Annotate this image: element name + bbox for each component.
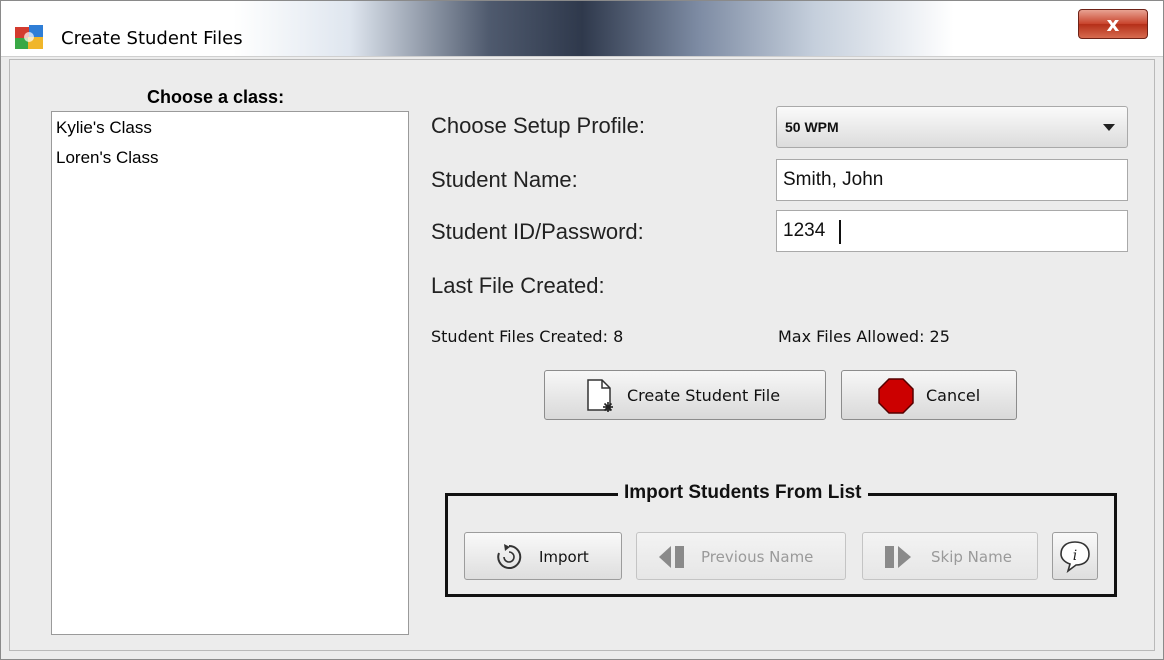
import-help-button[interactable]: i bbox=[1052, 532, 1098, 580]
class-item-loren[interactable]: Loren's Class bbox=[56, 148, 158, 168]
class-item-kylie[interactable]: Kylie's Class bbox=[56, 118, 152, 138]
class-list-heading: Choose a class: bbox=[147, 87, 285, 107]
cancel-label: Cancel bbox=[926, 386, 981, 405]
files-created-count: Student Files Created: 8 bbox=[431, 327, 624, 346]
previous-name-button[interactable]: Previous Name bbox=[636, 532, 846, 580]
close-icon: x bbox=[1106, 12, 1120, 36]
import-label: Import bbox=[539, 548, 589, 566]
cancel-button[interactable]: Cancel bbox=[841, 370, 1017, 420]
svg-text:i: i bbox=[1073, 548, 1077, 564]
close-button[interactable]: x bbox=[1078, 9, 1148, 39]
info-bubble-icon: i bbox=[1060, 541, 1090, 573]
app-icon bbox=[15, 25, 43, 49]
import-button[interactable]: Import bbox=[464, 532, 622, 580]
student-id-label: Student ID/Password: bbox=[431, 219, 644, 244]
setup-profile-select[interactable]: 50 WPM bbox=[776, 106, 1128, 148]
text-caret bbox=[839, 220, 841, 244]
skip-icon bbox=[885, 546, 911, 568]
setup-profile-label: Choose Setup Profile: bbox=[431, 113, 646, 138]
skip-name-label: Skip Name bbox=[931, 548, 1012, 566]
skip-name-button[interactable]: Skip Name bbox=[862, 532, 1038, 580]
import-group-title: Import Students From List bbox=[618, 482, 868, 504]
create-student-files-dialog: Create Student Files x Choose a class: K… bbox=[0, 0, 1164, 660]
student-name-label: Student Name: bbox=[431, 167, 578, 192]
refresh-icon bbox=[497, 544, 522, 569]
chevron-down-icon bbox=[1103, 124, 1115, 131]
import-students-group: Import Students From List Import Previou… bbox=[445, 482, 1117, 597]
setup-profile-value: 50 WPM bbox=[785, 119, 839, 135]
create-student-file-button[interactable]: Create Student File bbox=[544, 370, 826, 420]
class-list[interactable]: Kylie's Class Loren's Class bbox=[51, 111, 409, 635]
title-bar[interactable]: Create Student Files x bbox=[1, 1, 1163, 57]
stop-sign-icon bbox=[878, 378, 914, 414]
previous-icon bbox=[659, 546, 684, 568]
window-title: Create Student Files bbox=[61, 28, 243, 49]
student-id-input[interactable] bbox=[776, 210, 1128, 252]
create-student-file-label: Create Student File bbox=[627, 386, 781, 405]
max-files-allowed: Max Files Allowed: 25 bbox=[778, 327, 950, 346]
previous-name-label: Previous Name bbox=[701, 548, 814, 566]
last-file-created-label: Last File Created: bbox=[431, 273, 605, 298]
new-file-icon bbox=[587, 379, 613, 412]
student-name-input[interactable] bbox=[776, 159, 1128, 201]
